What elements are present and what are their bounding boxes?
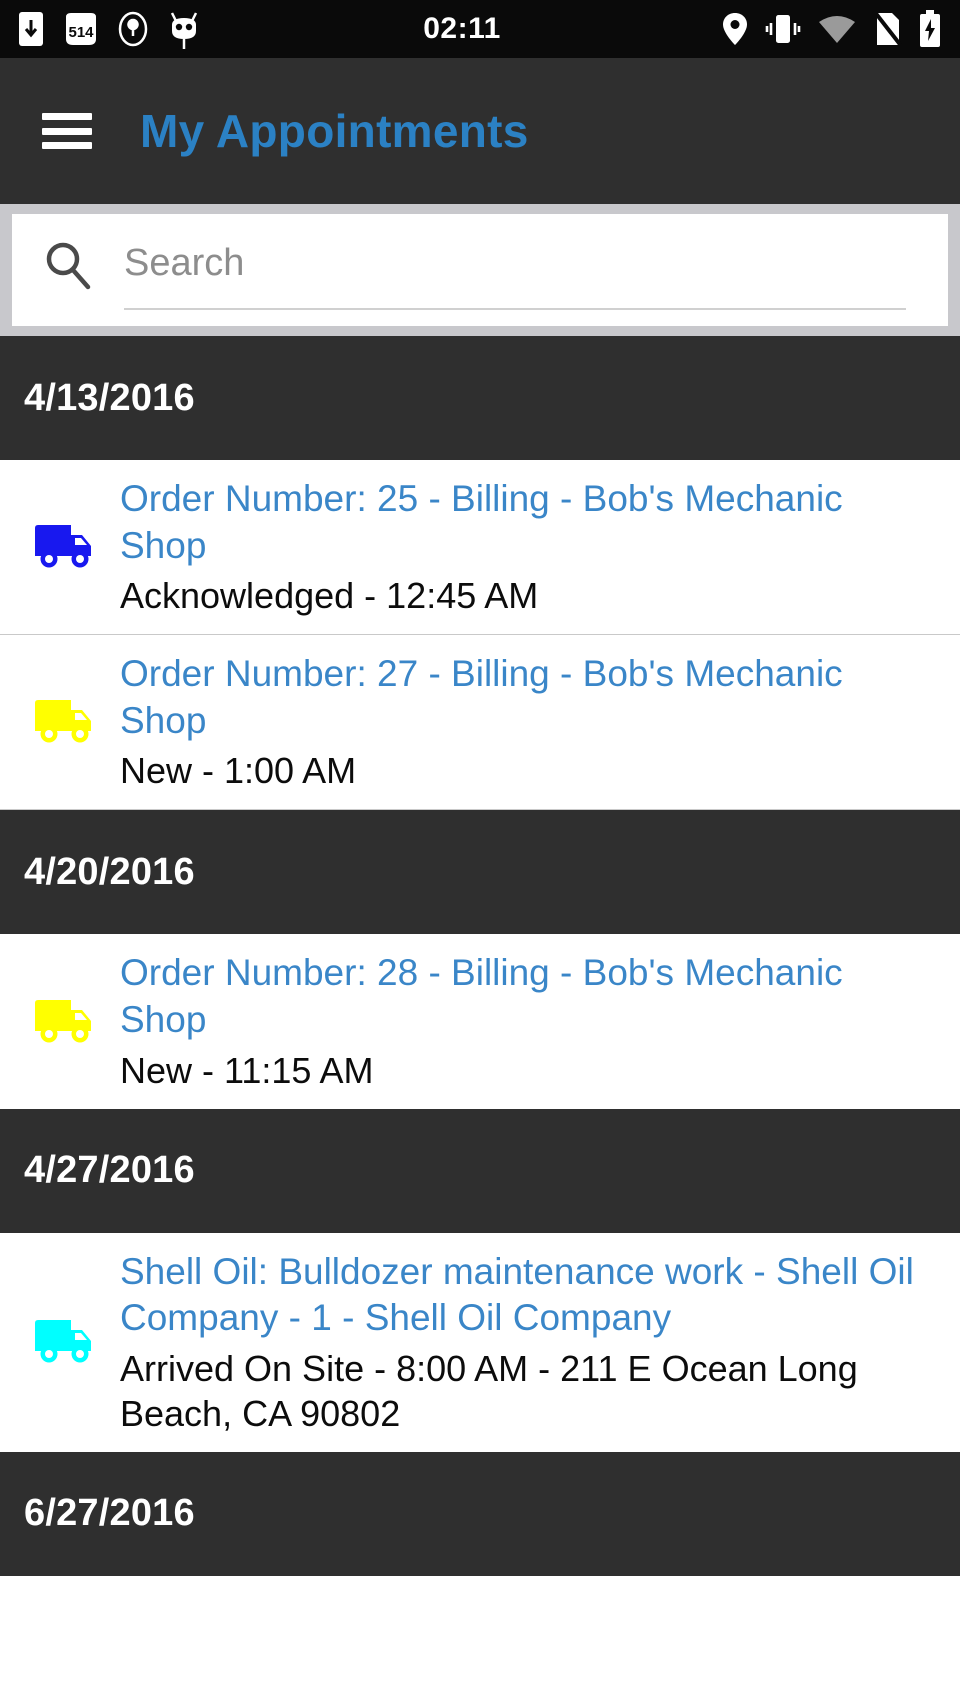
date-header: 6/27/2016 <box>0 1451 960 1576</box>
truck-icon <box>24 997 104 1047</box>
appointment-title[interactable]: Order Number: 25 - Billing - Bob's Mecha… <box>120 476 938 569</box>
download-phone-icon <box>18 11 44 47</box>
vibrate-icon <box>764 12 802 46</box>
status-bar-clock-area: 02:11 <box>202 12 722 46</box>
battery-charging-icon <box>918 10 942 48</box>
appointment-title[interactable]: Order Number: 27 - Billing - Bob's Mecha… <box>120 651 938 744</box>
appointment-status: New - 1:00 AM <box>120 750 357 792</box>
status-bar-left-icons: 514 <box>18 9 202 49</box>
appointment-title[interactable]: Order Number: 28 - Billing - Bob's Mecha… <box>120 950 938 1043</box>
list-item-text: Order Number: 25 - Billing - Bob's Mecha… <box>104 476 938 618</box>
page-title: My Appointments <box>140 105 529 157</box>
list-item-text: Shell Oil: Bulldozer maintenance work - … <box>104 1249 938 1436</box>
truck-icon <box>24 697 104 747</box>
list-item[interactable]: Shell Oil: Bulldozer maintenance work - … <box>0 1232 960 1452</box>
status-bar-clock: 02:11 <box>423 12 501 45</box>
list-item[interactable]: Order Number: 25 - Billing - Bob's Mecha… <box>0 460 960 636</box>
hamburger-bar-1 <box>42 113 92 120</box>
wifi-icon <box>818 14 856 44</box>
svg-text:514: 514 <box>68 24 94 41</box>
search-container <box>0 204 960 336</box>
no-sim-icon <box>872 11 902 47</box>
cyanogenmod-icon <box>166 9 202 49</box>
search-input[interactable] <box>124 241 918 299</box>
search-box[interactable] <box>12 214 948 326</box>
appointment-status: Arrived On Site - 8:00 AM - 211 E Ocean … <box>120 1347 858 1434</box>
appointment-status: Acknowledged - 12:45 AM <box>120 575 539 617</box>
app-bar: My Appointments <box>0 58 960 204</box>
date-header: 4/27/2016 <box>0 1108 960 1233</box>
hamburger-bar-3 <box>42 142 92 149</box>
search-field-wrapper <box>124 214 918 326</box>
list-item-text: Order Number: 28 - Billing - Bob's Mecha… <box>104 950 938 1092</box>
android-status-bar: 514 02:11 <box>0 0 960 58</box>
list-item[interactable]: Order Number: 27 - Billing - Bob's Mecha… <box>0 635 960 811</box>
location-icon <box>722 12 748 46</box>
appointments-list: 4/13/2016 Order Number: 25 - Billing - B… <box>0 336 960 1576</box>
status-bar-right-icons <box>722 10 942 48</box>
date-header: 4/20/2016 <box>0 810 960 935</box>
route-514-icon: 514 <box>62 11 100 47</box>
appointment-status: New - 11:15 AM <box>120 1049 374 1091</box>
list-item[interactable]: Order Number: 28 - Billing - Bob's Mecha… <box>0 934 960 1109</box>
date-header: 4/13/2016 <box>0 336 960 460</box>
hamburger-menu-icon[interactable] <box>42 113 92 149</box>
search-icon <box>42 239 94 296</box>
hamburger-bar-2 <box>42 127 92 135</box>
truck-icon <box>24 522 104 572</box>
list-item-text: Order Number: 27 - Billing - Bob's Mecha… <box>104 651 938 793</box>
location-pin-badge-icon <box>118 11 148 47</box>
appointment-title[interactable]: Shell Oil: Bulldozer maintenance work - … <box>120 1249 938 1342</box>
search-underline <box>124 308 906 310</box>
truck-icon <box>24 1317 104 1367</box>
